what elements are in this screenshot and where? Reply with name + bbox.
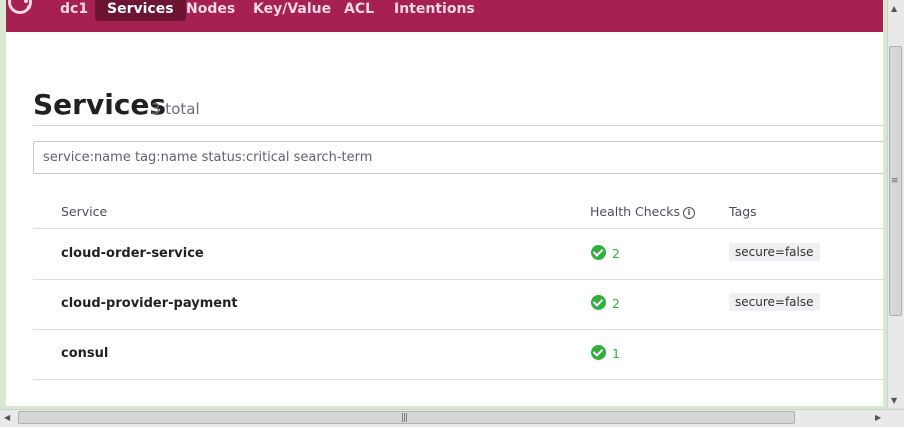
page-title: Services xyxy=(33,88,167,121)
scroll-up-arrow-icon[interactable]: ▲ xyxy=(891,4,897,14)
service-name[interactable]: cloud-provider-payment xyxy=(61,296,238,311)
service-tag: secure=false xyxy=(729,293,820,311)
check-circle-icon xyxy=(591,345,606,360)
health-check-count: 2 xyxy=(612,296,620,311)
top-navigation: dc1 Services Nodes Key/Value ACL Intenti… xyxy=(6,0,883,32)
logo-dot xyxy=(24,0,28,3)
nav-acl[interactable]: ACL xyxy=(344,0,374,21)
grip-icon: ||| xyxy=(401,413,408,423)
logo-dot xyxy=(27,5,31,9)
nav-nodes[interactable]: Nodes xyxy=(186,0,235,21)
table-row[interactable]: consul 1 xyxy=(33,329,883,379)
service-search-input[interactable] xyxy=(33,141,883,174)
service-name[interactable]: cloud-order-service xyxy=(61,246,204,261)
services-count: 3 total xyxy=(151,100,200,118)
health-check-count: 2 xyxy=(612,246,620,261)
grip-icon: ≡ xyxy=(891,176,898,186)
column-header-health-checks[interactable]: Health Checks i xyxy=(590,204,695,219)
service-tag: secure=false xyxy=(729,243,820,261)
info-icon[interactable]: i xyxy=(682,207,695,219)
scroll-left-arrow-icon[interactable]: ◀ xyxy=(4,413,10,423)
title-divider xyxy=(33,125,883,126)
browser-viewport: dc1 Services Nodes Key/Value ACL Intenti… xyxy=(6,0,883,406)
scroll-down-arrow-icon[interactable]: ▼ xyxy=(891,396,897,406)
scroll-right-arrow-icon[interactable]: ▶ xyxy=(875,413,881,423)
datacenter-selector[interactable]: dc1 xyxy=(60,0,88,21)
check-circle-icon xyxy=(591,245,606,260)
row-divider xyxy=(33,379,883,380)
table-row[interactable]: cloud-order-service 2 secure=false xyxy=(33,229,883,279)
nav-services[interactable]: Services xyxy=(95,0,186,21)
nav-intentions[interactable]: Intentions xyxy=(394,0,475,21)
health-check-count: 1 xyxy=(612,346,620,361)
consul-logo-icon[interactable] xyxy=(8,0,32,14)
check-circle-icon xyxy=(591,295,606,310)
service-name[interactable]: consul xyxy=(61,346,108,361)
column-header-tags: Tags xyxy=(729,204,757,219)
column-header-service[interactable]: Service xyxy=(61,204,107,219)
column-header-health-checks-label: Health Checks xyxy=(590,204,680,219)
nav-key-value[interactable]: Key/Value xyxy=(253,0,331,21)
table-row[interactable]: cloud-provider-payment 2 secure=false xyxy=(33,279,883,329)
